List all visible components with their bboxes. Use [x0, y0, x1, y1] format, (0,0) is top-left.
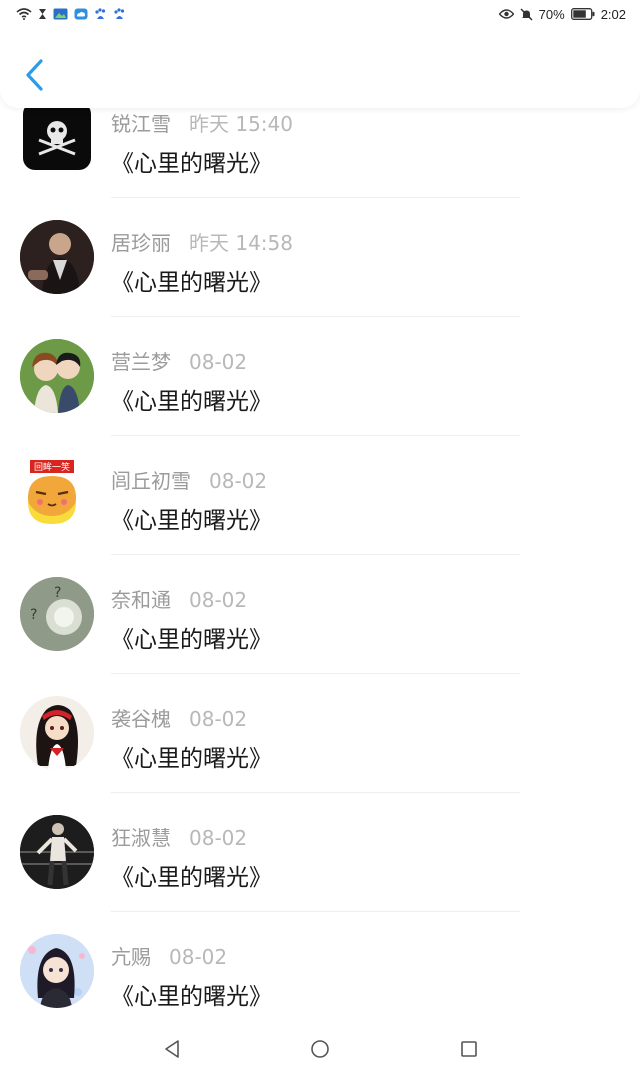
- avatar: [20, 934, 94, 1008]
- wifi-icon: [16, 8, 32, 20]
- list-item[interactable]: 袭谷槐 08-02 《心里的曙光》: [0, 695, 640, 814]
- message-meta: 锐江雪 昨天 15:40: [111, 108, 293, 137]
- message-time: 08-02: [209, 469, 268, 493]
- list-item[interactable]: ? ? 奈和通 08-02 《心里的曙光》: [0, 576, 640, 695]
- message-meta: 亢赐 08-02: [111, 941, 227, 970]
- message-text: 《心里的曙光》: [111, 865, 272, 891]
- divider: [111, 197, 520, 198]
- message-time: 08-02: [189, 588, 248, 612]
- message-time: 昨天 15:40: [189, 112, 293, 136]
- message-meta: 居珍丽 昨天 14:58: [111, 227, 293, 256]
- message-text: 《心里的曙光》: [111, 984, 272, 1010]
- status-right: 70% 2:02: [498, 6, 626, 22]
- message-time: 08-02: [189, 826, 248, 850]
- battery-icon: [570, 8, 595, 20]
- chevron-left-icon: [26, 59, 43, 91]
- navigation-bar: [0, 1031, 640, 1067]
- hourglass-icon: [38, 8, 47, 20]
- cloud-icon: [74, 8, 88, 20]
- message-text: 《心里的曙光》: [111, 627, 272, 653]
- avatar: 回眸一笑: [20, 458, 94, 532]
- avatar: [23, 102, 91, 170]
- status-bar: 70% 2:02: [0, 0, 640, 28]
- divider: [111, 554, 520, 555]
- mute-bell-icon: [520, 7, 533, 21]
- message-meta: 奈和通 08-02: [111, 584, 247, 613]
- divider: [111, 435, 520, 436]
- eye-icon: [498, 9, 514, 19]
- list-item[interactable]: 营兰梦 08-02 《心里的曙光》: [0, 338, 640, 457]
- back-triangle-icon: [165, 1040, 179, 1058]
- sender-name: 奈和通: [111, 588, 171, 612]
- avatar: ? ?: [20, 577, 94, 651]
- divider: [111, 316, 520, 317]
- battery-percent: 70%: [538, 6, 565, 22]
- list-item[interactable]: 狂淑慧 08-02 《心里的曙光》: [0, 814, 640, 933]
- divider: [111, 911, 520, 912]
- nav-home-button[interactable]: [308, 1037, 332, 1061]
- sender-name: 营兰梦: [111, 350, 171, 374]
- list-item[interactable]: 回眸一笑 闾丘初雪 08-02 《心里的曙光》: [0, 457, 640, 576]
- message-text: 《心里的曙光》: [111, 389, 272, 415]
- list-item[interactable]: 居珍丽 昨天 14:58 《心里的曙光》: [0, 219, 640, 338]
- sender-name: 袭谷槐: [111, 707, 171, 731]
- message-meta: 狂淑慧 08-02: [111, 822, 247, 851]
- sender-name: 锐江雪: [111, 112, 171, 136]
- image-icon: [53, 8, 68, 20]
- message-meta: 营兰梦 08-02: [111, 346, 247, 375]
- divider: [111, 673, 520, 674]
- recents-square-icon: [461, 1041, 477, 1057]
- status-left: [16, 7, 126, 21]
- message-text: 《心里的曙光》: [111, 746, 272, 772]
- avatar: [20, 696, 94, 770]
- message-text: 《心里的曙光》: [111, 508, 272, 534]
- clock: 2:02: [600, 6, 626, 22]
- sender-name: 亢赐: [111, 945, 151, 969]
- sender-name: 居珍丽: [111, 231, 171, 255]
- message-text: 《心里的曙光》: [111, 151, 272, 177]
- message-time: 08-02: [189, 707, 248, 731]
- divider: [111, 792, 520, 793]
- home-circle-icon: [311, 1040, 329, 1058]
- back-button[interactable]: [20, 56, 50, 94]
- nav-back-button[interactable]: [160, 1037, 184, 1061]
- message-time: 08-02: [189, 350, 248, 374]
- message-text: 《心里的曙光》: [111, 270, 272, 296]
- sender-name: 狂淑慧: [111, 826, 171, 850]
- nav-recents-button[interactable]: [457, 1037, 481, 1061]
- avatar: [20, 339, 94, 413]
- svg-text:?: ?: [54, 585, 61, 601]
- sender-name: 闾丘初雪: [111, 469, 191, 493]
- message-time: 昨天 14:58: [189, 231, 293, 255]
- svg-text:回眸一笑: 回眸一笑: [34, 461, 70, 473]
- message-time: 08-02: [169, 945, 228, 969]
- message-meta: 闾丘初雪 08-02: [111, 465, 267, 494]
- avatar: [20, 815, 94, 889]
- avatar: [20, 220, 94, 294]
- list-item[interactable]: 锐江雪 昨天 15:40 《心里的曙光》: [0, 100, 640, 219]
- message-meta: 袭谷槐 08-02: [111, 703, 247, 732]
- svg-text:?: ?: [30, 607, 37, 623]
- baidu-icon: [113, 7, 126, 21]
- baidu-icon: [94, 7, 107, 21]
